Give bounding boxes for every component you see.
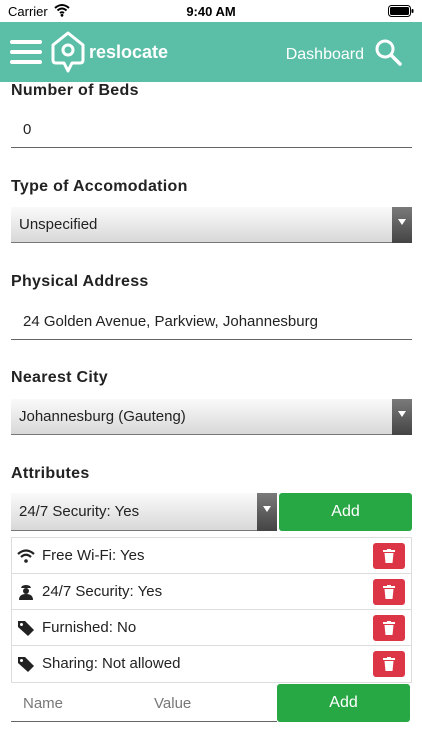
trash-icon bbox=[383, 621, 395, 635]
delete-button[interactable] bbox=[373, 543, 405, 569]
attribute-select[interactable]: 24/7 Security: Yes bbox=[11, 493, 277, 531]
attribute-text: Free Wi-Fi: Yes bbox=[42, 547, 145, 564]
new-attribute-value-input[interactable]: Value bbox=[144, 686, 277, 722]
accommodation-select[interactable]: Unspecified bbox=[11, 207, 412, 243]
beds-label: Number of Beds bbox=[11, 82, 139, 99]
city-label: Nearest City bbox=[11, 369, 108, 386]
city-value: Johannesburg (Gauteng) bbox=[19, 408, 186, 425]
delete-button[interactable] bbox=[373, 651, 405, 677]
list-item: Free Wi-Fi: Yes bbox=[12, 538, 411, 574]
new-attribute-name-input[interactable]: Name bbox=[11, 686, 144, 722]
search-icon[interactable] bbox=[374, 38, 402, 66]
attribute-text: 24/7 Security: Yes bbox=[42, 583, 163, 600]
accommodation-label: Type of Accomodation bbox=[11, 178, 188, 195]
attribute-text: Furnished: No bbox=[42, 619, 137, 636]
add-custom-attribute-button[interactable]: Add bbox=[277, 684, 410, 722]
dashboard-link[interactable]: Dashboard bbox=[286, 46, 364, 64]
beds-input[interactable]: 0 bbox=[11, 112, 412, 148]
security-guard-icon bbox=[19, 585, 33, 600]
city-select[interactable]: Johannesburg (Gauteng) bbox=[11, 399, 412, 435]
brand-name: reslocate bbox=[89, 42, 169, 62]
menu-icon[interactable] bbox=[10, 40, 42, 64]
list-item: Furnished: No bbox=[12, 610, 411, 646]
wifi-icon bbox=[17, 549, 35, 563]
dropdown-arrow-icon bbox=[392, 207, 412, 243]
attribute-list: Free Wi-Fi: Yes 24/7 Security: Yes Furni… bbox=[11, 537, 412, 683]
reslocate-logo-icon bbox=[51, 31, 85, 73]
tag-icon bbox=[18, 657, 34, 672]
tag-icon bbox=[18, 621, 34, 636]
battery-icon bbox=[388, 5, 414, 17]
attribute-text: Sharing: Not allowed bbox=[42, 655, 181, 672]
attributes-label: Attributes bbox=[11, 465, 90, 482]
app-header: reslocate Dashboard bbox=[0, 22, 422, 82]
list-item: Sharing: Not allowed bbox=[12, 646, 411, 682]
address-label: Physical Address bbox=[11, 273, 149, 290]
attribute-select-value: 24/7 Security: Yes bbox=[19, 503, 140, 520]
add-attribute-button[interactable]: Add bbox=[279, 493, 412, 531]
delete-button[interactable] bbox=[373, 579, 405, 605]
address-input[interactable]: 24 Golden Avenue, Parkview, Johannesburg bbox=[11, 304, 412, 340]
dropdown-arrow-icon bbox=[392, 399, 412, 435]
status-bar: Carrier 9:40 AM bbox=[0, 0, 422, 22]
delete-button[interactable] bbox=[373, 615, 405, 641]
list-item: 24/7 Security: Yes bbox=[12, 574, 411, 610]
trash-icon bbox=[383, 585, 395, 599]
status-time: 9:40 AM bbox=[186, 4, 236, 19]
trash-icon bbox=[383, 549, 395, 563]
accommodation-value: Unspecified bbox=[19, 216, 98, 233]
trash-icon bbox=[383, 657, 395, 671]
dropdown-arrow-icon bbox=[257, 493, 277, 531]
